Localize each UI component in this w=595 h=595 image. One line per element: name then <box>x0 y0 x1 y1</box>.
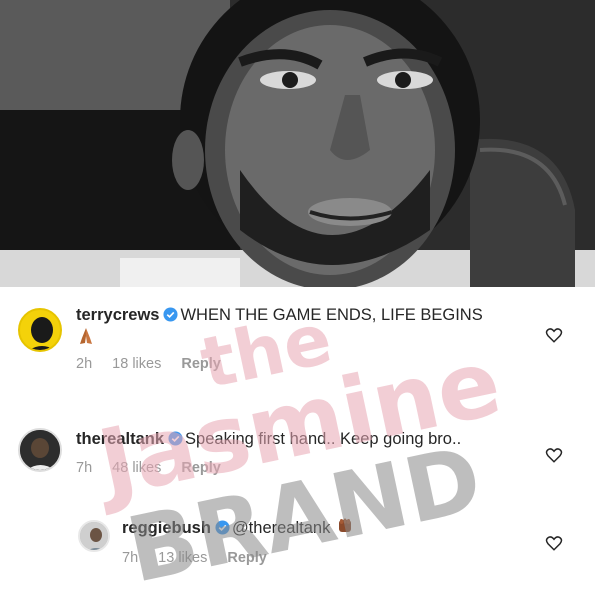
comment-time: 7h <box>76 460 93 476</box>
comment-text: WHEN THE GAME ENDS, LIFE BEGINS <box>180 306 483 324</box>
folded-hands-icon <box>80 328 92 344</box>
heart-icon[interactable] <box>545 534 563 552</box>
avatar-image-icon <box>20 430 60 470</box>
verified-badge-icon <box>215 520 230 535</box>
avatar[interactable] <box>18 428 62 472</box>
comment: therealtank Speaking first hand.. Keep go… <box>0 422 595 492</box>
comment-body: terrycrews WHEN THE GAME ENDS, LIFE BEGIN… <box>76 304 483 326</box>
avatar[interactable] <box>78 520 110 552</box>
heart-icon[interactable] <box>545 326 563 344</box>
comment-likes[interactable]: 18 likes <box>112 356 161 372</box>
comment-time: 7h <box>122 550 139 566</box>
comment-username[interactable]: terrycrews <box>76 306 159 324</box>
comment-body: therealtank Speaking first hand.. Keep go… <box>76 428 461 450</box>
verified-badge-icon <box>168 431 183 446</box>
comment-username[interactable]: reggiebush <box>122 519 211 537</box>
reply-button[interactable]: Reply <box>181 460 221 476</box>
comment-text: Speaking first hand.. Keep going bro.. <box>185 430 462 448</box>
comment: terrycrews WHEN THE GAME ENDS, LIFE BEGIN… <box>0 304 595 384</box>
comment-likes[interactable]: 13 likes <box>158 550 207 566</box>
comment-username[interactable]: therealtank <box>76 430 164 448</box>
comment-text[interactable]: @therealtank <box>232 519 330 537</box>
post-photo[interactable] <box>0 0 595 287</box>
avatar-image-icon <box>29 317 55 350</box>
comment-meta: 2h 18 likes Reply <box>76 356 237 372</box>
reply-button[interactable]: Reply <box>181 356 221 372</box>
raised-fist-icon <box>338 518 351 532</box>
avatar-image-icon <box>80 522 108 550</box>
comment-body: reggiebush @therealtank <box>122 516 355 539</box>
comment-meta: 7h 13 likes Reply <box>122 550 283 566</box>
verified-badge-icon <box>163 307 179 322</box>
avatar[interactable] <box>18 308 62 352</box>
comment-likes[interactable]: 48 likes <box>112 460 161 476</box>
reply-button[interactable]: Reply <box>227 550 267 566</box>
comment-reply: reggiebush @therealtank 7h 13 likes Reply <box>0 516 595 576</box>
heart-icon[interactable] <box>545 446 563 464</box>
video-still-icon <box>0 0 595 287</box>
comment-meta: 7h 48 likes Reply <box>76 460 237 476</box>
comment-time: 2h <box>76 356 93 372</box>
emoji-line <box>76 326 96 349</box>
